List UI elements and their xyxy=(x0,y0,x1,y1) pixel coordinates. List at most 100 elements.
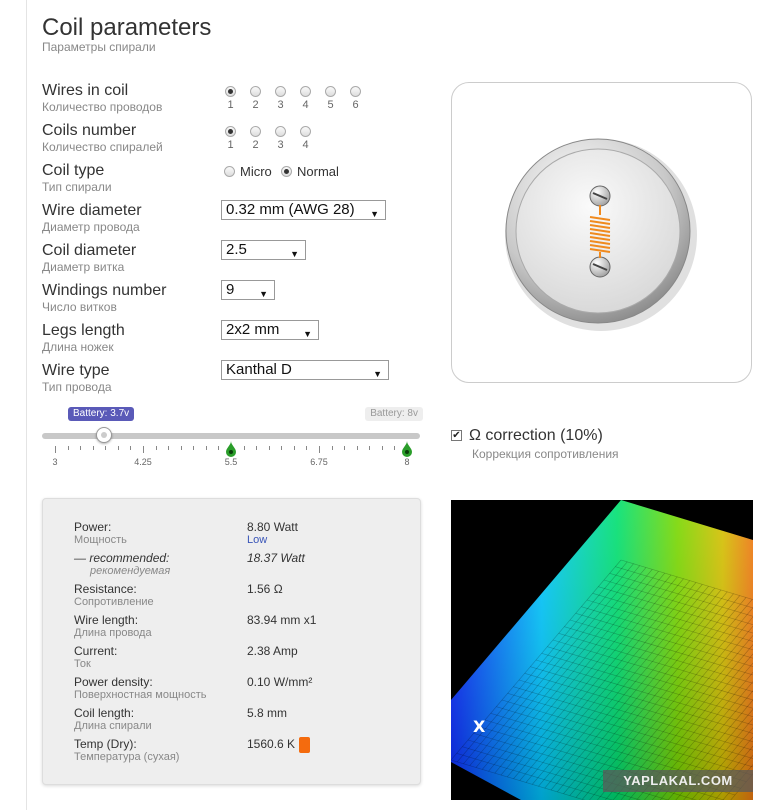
param-label: Wire type xyxy=(42,362,110,379)
param-label: Coils number xyxy=(42,122,137,139)
radio-button[interactable] xyxy=(250,126,261,137)
slider-tick xyxy=(155,446,157,450)
param-coil-type: Coil type Тип спирали xyxy=(42,162,112,194)
slider-tick xyxy=(319,446,320,453)
slider-tick xyxy=(105,446,107,450)
wires-option-2[interactable]: 2 xyxy=(243,86,268,111)
battery-current-badge: Battery: 3.7v xyxy=(68,407,135,421)
slider-tick xyxy=(117,446,119,450)
windings-number-select[interactable]: 9 ▼ xyxy=(221,280,275,300)
param-legs-length: Legs length Длина ножек xyxy=(42,322,125,354)
wires-option-4[interactable]: 4 xyxy=(293,86,318,111)
result-value: 1560.6 K xyxy=(247,737,296,752)
wires-option-1[interactable]: 1 xyxy=(218,86,243,111)
slider-tick xyxy=(193,446,195,450)
coil-type-normal[interactable]: Normal xyxy=(281,164,339,179)
result-sublabel: Длина провода xyxy=(74,627,152,639)
coil-illustration xyxy=(505,138,697,331)
slider-tick xyxy=(306,446,308,450)
result-label: Coil length: xyxy=(74,706,135,720)
ohm-correction-checkbox[interactable]: ✔ xyxy=(451,430,462,441)
slider-tick-label: 6.75 xyxy=(310,457,328,467)
result-sublabel: Мощность xyxy=(74,534,127,546)
param-sublabel: Диаметр витка xyxy=(42,260,125,274)
radio-button[interactable] xyxy=(281,166,292,177)
battery-voltage-slider[interactable]: Battery: 3.7v Battery: 8v 3 4.25 5.5 6.75 8 xyxy=(42,405,423,470)
slider-tick xyxy=(180,446,182,450)
wires-option-6[interactable]: 6 xyxy=(343,86,368,111)
axis-label-x: X xyxy=(473,717,486,736)
coils-option-2[interactable]: 2 xyxy=(243,126,268,151)
heat-distribution-plot: X xyxy=(451,500,753,800)
slider-tick xyxy=(92,446,94,450)
param-label: Wires in coil xyxy=(42,82,129,99)
left-divider xyxy=(26,0,27,810)
param-label: Windings number xyxy=(42,282,167,299)
result-label: — recommended: xyxy=(74,551,170,565)
param-sublabel: Тип спирали xyxy=(42,180,112,194)
radio-label: 3 xyxy=(277,139,284,151)
radio-button[interactable] xyxy=(350,86,361,97)
coil-diameter-select[interactable]: 2.5 ▼ xyxy=(221,240,306,260)
result-value: 0.10 W/mm² xyxy=(247,675,313,689)
radio-button[interactable] xyxy=(250,86,261,97)
radio-button[interactable] xyxy=(225,126,236,137)
radio-button[interactable] xyxy=(300,86,311,97)
select-value: 0.32 mm (AWG 28) xyxy=(226,201,355,218)
slider-tick xyxy=(394,446,396,450)
coil-preview-panel xyxy=(451,82,752,383)
result-label: Power: xyxy=(74,520,112,534)
legs-length-select[interactable]: 2x2 mm ▼ xyxy=(221,320,319,340)
result-sublabel: рекомендуемая xyxy=(90,565,171,577)
ohm-correction-sublabel: Коррекция сопротивления xyxy=(472,447,619,461)
slider-tick xyxy=(293,446,295,450)
radio-label: Micro xyxy=(240,164,272,179)
param-windings-number: Windings number Число витков xyxy=(42,282,167,314)
result-label: Power density: xyxy=(74,675,153,689)
wires-option-3[interactable]: 3 xyxy=(268,86,293,111)
param-sublabel: Количество спиралей xyxy=(42,140,163,154)
coils-option-3[interactable]: 3 xyxy=(268,126,293,151)
coils-option-4[interactable]: 4 xyxy=(293,126,318,151)
slider-tick xyxy=(218,446,220,450)
radio-label: 2 xyxy=(252,99,259,111)
radio-button[interactable] xyxy=(275,86,286,97)
slider-tick xyxy=(80,446,82,450)
radio-label: 1 xyxy=(227,99,234,111)
wires-option-5[interactable]: 5 xyxy=(318,86,343,111)
result-value: 2.38 Amp xyxy=(247,644,298,658)
power-rating-link[interactable]: Low xyxy=(247,534,267,546)
ohm-correction-label[interactable]: Ω correction (10%) xyxy=(469,427,603,445)
select-value: 9 xyxy=(226,281,235,298)
coil-type-micro[interactable]: Micro xyxy=(224,164,272,179)
param-label: Coil diameter xyxy=(42,242,137,259)
recommended-voltage-marker-icon xyxy=(402,441,412,457)
radio-button[interactable] xyxy=(224,166,235,177)
select-value: 2x2 mm xyxy=(226,321,280,338)
radio-label: 4 xyxy=(302,99,309,111)
slider-tick xyxy=(130,446,132,450)
result-label: Wire length: xyxy=(74,613,139,627)
wire-diameter-select[interactable]: 0.32 mm (AWG 28) ▼ xyxy=(221,200,386,220)
slider-tick xyxy=(243,446,245,450)
radio-button[interactable] xyxy=(275,126,286,137)
slider-handle[interactable] xyxy=(96,427,113,443)
coils-option-1[interactable]: 1 xyxy=(218,126,243,151)
results-panel: Power: Мощность 8.80 Watt Low — recommen… xyxy=(42,498,421,785)
slider-tick-label: 4.25 xyxy=(134,457,152,467)
slider-tick xyxy=(268,446,270,450)
wire-type-select[interactable]: Kanthal D ▼ xyxy=(221,360,389,380)
page-subtitle: Параметры спирали xyxy=(42,40,156,54)
param-sublabel: Количество проводов xyxy=(42,100,163,114)
dropdown-arrow-icon: ▼ xyxy=(259,289,268,299)
param-label: Legs length xyxy=(42,322,125,339)
radio-button[interactable] xyxy=(300,126,311,137)
radio-button[interactable] xyxy=(325,86,336,97)
site-watermark: YAPLAKAL.COM xyxy=(603,770,753,792)
slider-tick xyxy=(55,446,56,453)
result-sublabel: Длина спирали xyxy=(74,720,152,732)
param-wire-diameter: Wire diameter Диаметр провода xyxy=(42,202,142,234)
result-value: 5.8 mm xyxy=(247,706,288,720)
param-sublabel: Тип провода xyxy=(42,380,112,394)
radio-button[interactable] xyxy=(225,86,236,97)
